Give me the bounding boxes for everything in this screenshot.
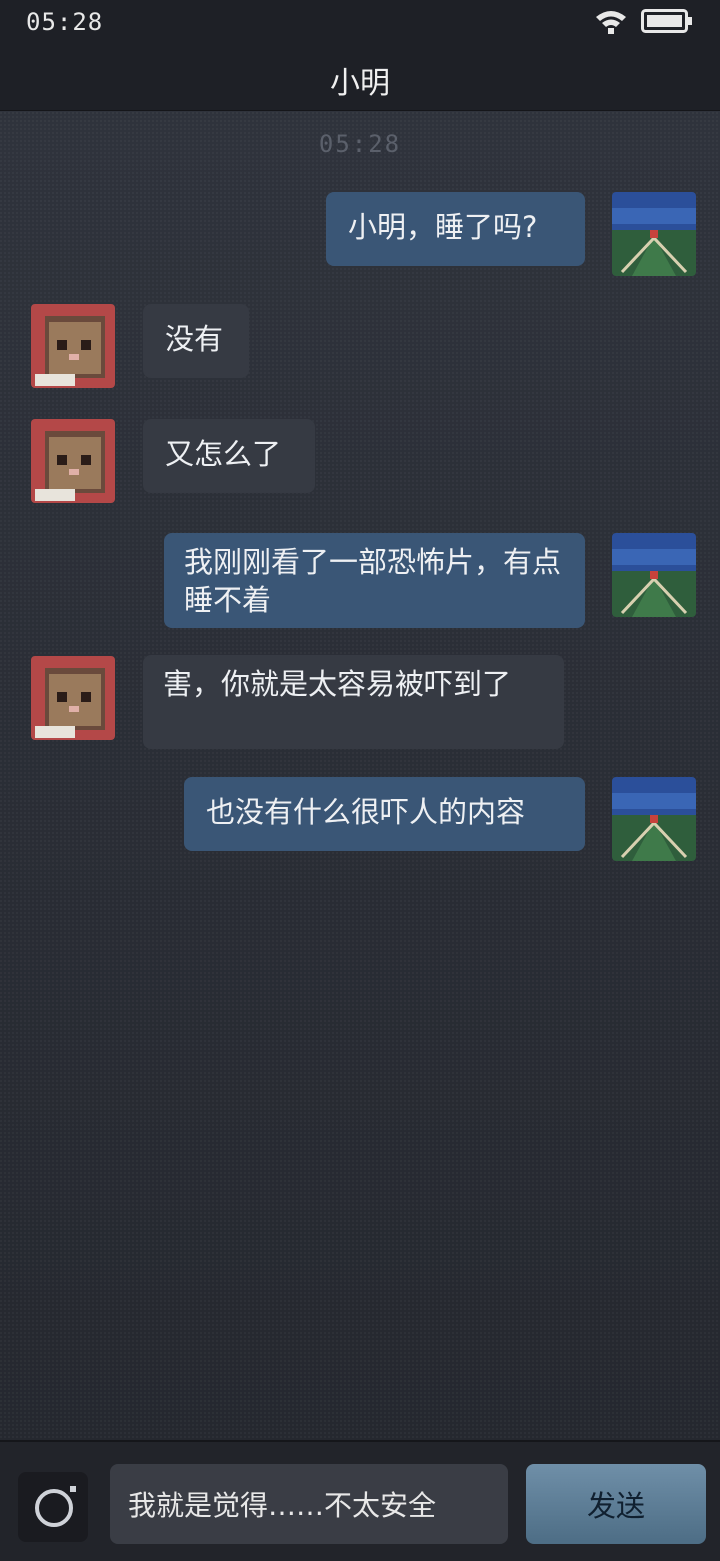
message-text: 没有 [165,322,224,356]
message-input[interactable] [110,1464,508,1544]
message-bubble-sent[interactable]: 我刚刚看了一部恐怖片，有点睡不着 [164,533,585,628]
message-text: 害，你就是太容易被吓到了 [163,667,512,701]
my-avatar[interactable] [612,192,696,276]
my-avatar[interactable] [612,777,696,861]
message-text: 我刚刚看了一部恐怖片，有点睡不着 [184,545,562,617]
camera-icon [35,1486,76,1527]
message-text: 也没有什么很吓人的内容 [206,795,526,829]
message-bubble-received[interactable]: 没有 [143,304,249,378]
camera-button[interactable] [18,1472,88,1542]
message-bubble-sent[interactable]: 也没有什么很吓人的内容 [184,777,585,851]
message-bubble-received[interactable]: 又怎么了 [143,419,315,493]
message-text: 又怎么了 [165,437,282,471]
contact-avatar[interactable] [31,304,115,388]
contact-name: 小明 [330,66,390,101]
message-bubble-received[interactable]: 害，你就是太容易被吓到了 [143,655,564,749]
battery-icon [641,9,692,33]
status-bar: 05:28 [0,0,720,44]
send-button[interactable]: 发送 [526,1464,706,1544]
status-time: 05:28 [26,8,104,36]
contact-avatar[interactable] [31,656,115,740]
my-avatar[interactable] [612,533,696,617]
wifi-icon [596,11,626,34]
contact-avatar[interactable] [31,419,115,503]
message-bubble-sent[interactable]: 小明，睡了吗? [326,192,585,266]
chat-timestamp: 05:28 [318,130,402,158]
chat-header: 小明 [0,44,720,111]
composer-bar: 发送 [0,1440,720,1561]
message-text: 小明，睡了吗? [348,210,538,244]
